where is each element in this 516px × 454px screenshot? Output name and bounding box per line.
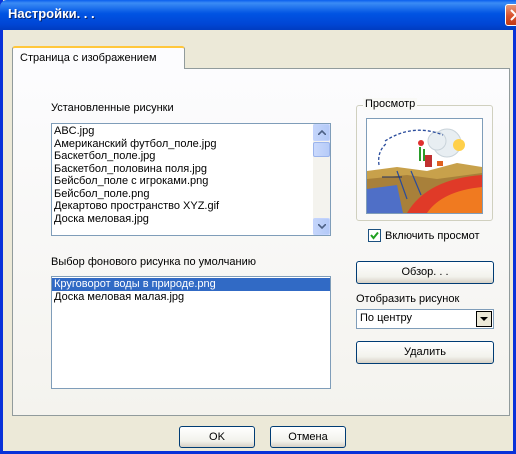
preview-group-title: Просмотр (363, 98, 418, 110)
list-item[interactable]: Доска меловая.jpg (52, 213, 330, 226)
tab-label: Страница с изображением (20, 52, 157, 64)
checkmark-icon (370, 231, 379, 240)
settings-dialog: Настройки. . . Страница с изображением У… (0, 0, 516, 454)
enable-preview-checkbox[interactable] (368, 229, 381, 242)
list-item[interactable]: Доска меловая малая.jpg (52, 291, 330, 304)
scroll-up-button[interactable] (313, 124, 330, 141)
installed-images-label: Установленные рисунки (51, 102, 174, 114)
list-item[interactable]: Круговорот воды в природе.png (52, 278, 330, 291)
cancel-button-label: Отмена (288, 431, 328, 443)
ok-button[interactable]: OK (179, 426, 255, 448)
chevron-down-icon (480, 317, 488, 321)
scroll-thumb[interactable] (313, 142, 330, 157)
list-item[interactable]: Бейсбол_поле.png (52, 188, 330, 201)
close-icon (510, 9, 516, 21)
display-mode-value: По центру (360, 312, 412, 324)
preview-image (366, 118, 483, 214)
delete-button-label: Удалить (404, 346, 446, 358)
tab-image-page[interactable]: Страница с изображением (12, 46, 185, 69)
display-mode-dropdown-button[interactable] (476, 311, 492, 327)
list-item[interactable]: Американский футбол_поле.jpg (52, 138, 330, 151)
list-item[interactable]: Баскетбол_половина поля.jpg (52, 163, 330, 176)
title-bar[interactable]: Настройки. . . (0, 0, 516, 30)
display-image-label: Отобразить рисунок (356, 293, 460, 305)
chevron-down-icon (318, 224, 326, 229)
scroll-down-button[interactable] (313, 218, 330, 235)
ok-button-label: OK (209, 431, 225, 443)
default-background-label: Выбор фонового рисунка по умолчанию (51, 256, 256, 268)
installed-list-scrollbar[interactable] (313, 124, 330, 235)
close-button[interactable] (505, 4, 516, 26)
cancel-button[interactable]: Отмена (270, 426, 346, 448)
default-background-list[interactable]: Круговорот воды в природе.png Доска мелов… (51, 276, 331, 389)
list-item[interactable]: Бейсбол_поле с игроками.png (52, 175, 330, 188)
chevron-up-icon (318, 130, 326, 135)
enable-preview-label: Включить просмот (385, 230, 480, 242)
window-title: Настройки. . . (8, 6, 95, 21)
list-item[interactable]: ABC.jpg (52, 125, 330, 138)
display-mode-select[interactable]: По центру (356, 309, 494, 329)
tab-panel: Установленные рисунки ABC.jpg Американски… (12, 68, 510, 416)
browse-button[interactable]: Обзор. . . (356, 261, 494, 284)
delete-button[interactable]: Удалить (356, 341, 494, 364)
list-item[interactable]: Баскетбол_поле.jpg (52, 150, 330, 163)
water-cycle-icon (367, 119, 482, 213)
list-item[interactable]: Декартово пространство XYZ.gif (52, 200, 330, 213)
browse-button-label: Обзор. . . (401, 266, 449, 278)
preview-group: Просмотр (356, 98, 493, 221)
installed-images-list[interactable]: ABC.jpg Американский футбол_поле.jpg Баске… (51, 123, 331, 236)
